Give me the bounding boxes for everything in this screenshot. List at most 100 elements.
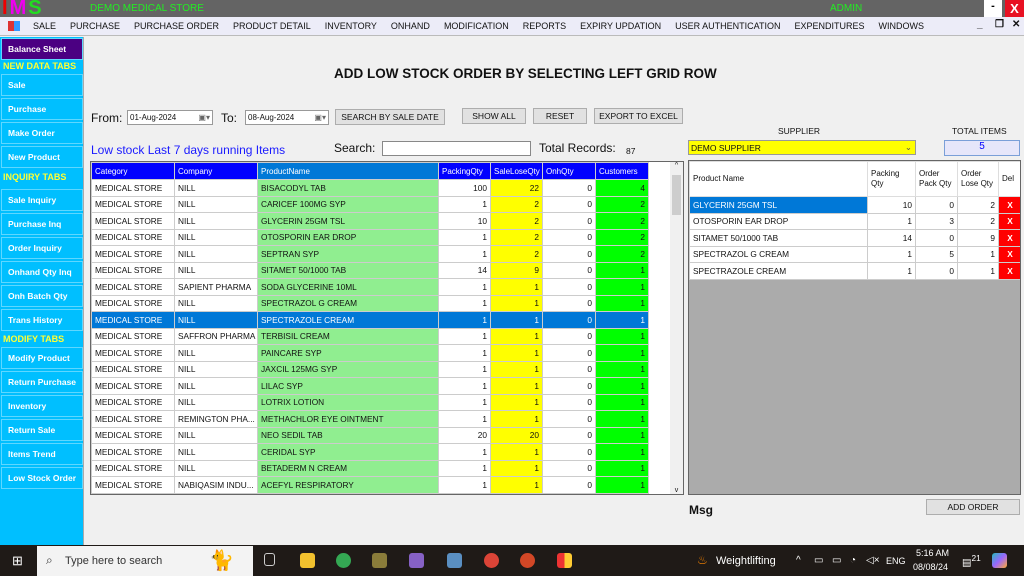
clock-time[interactable]: 5:16 AM [916, 548, 949, 558]
mdi-minimize-button[interactable]: _ [977, 19, 983, 30]
packing-qty-cell[interactable]: 1 [438, 459, 491, 477]
calculator-icon[interactable] [447, 553, 462, 568]
column-header-packingqty[interactable]: PackingQty [438, 162, 491, 180]
category-cell[interactable]: MEDICAL STORE [91, 245, 175, 263]
table-row[interactable]: MEDICAL STORE NABIQASIM INDU... ACEFYL RES… [91, 476, 649, 494]
product-name-cell[interactable]: BISACODYL TAB [257, 179, 439, 197]
table-row[interactable]: MEDICAL STORE SAPIENT PHARMA SODA GLYCERIN… [91, 278, 649, 296]
onhand-qty-cell[interactable]: 0 [542, 393, 596, 411]
table-row[interactable]: MEDICAL STORE NILL GLYCERIN 25GM TSL 10 2 0 2 [91, 212, 649, 230]
to-date-picker[interactable]: 08-Aug-2024 ▣▾ [245, 110, 329, 125]
sale-lose-qty-cell[interactable]: 1 [490, 476, 543, 494]
show-all-button[interactable]: SHOW ALL [462, 108, 526, 124]
packing-qty-cell[interactable]: 1 [438, 228, 491, 246]
table-row[interactable]: MEDICAL STORE NILL SPECTRAZOLE CREAM 1 1 0 1 [91, 311, 649, 329]
category-cell[interactable]: MEDICAL STORE [91, 311, 175, 329]
sidebar-item-make-order[interactable]: Make Order [1, 122, 83, 144]
scroll-down-icon[interactable]: v [670, 487, 683, 494]
onhand-qty-cell[interactable]: 0 [542, 294, 596, 312]
packing-qty-cell[interactable]: 1 [438, 393, 491, 411]
packing-qty-cell[interactable]: 1 [867, 262, 916, 280]
company-cell[interactable]: NILL [174, 459, 258, 477]
copilot-icon[interactable] [992, 553, 1007, 568]
company-cell[interactable]: NILL [174, 179, 258, 197]
sidebar-item-new-product[interactable]: New Product [1, 146, 83, 168]
table-row[interactable]: MEDICAL STORE NILL CARICEF 100MG SYP 1 2 0 2 [91, 195, 649, 213]
packing-qty-cell[interactable]: 1 [438, 360, 491, 378]
company-cell[interactable]: NILL [174, 443, 258, 461]
category-cell[interactable]: MEDICAL STORE [91, 294, 175, 312]
language-indicator[interactable]: ENG [886, 556, 906, 566]
onhand-qty-cell[interactable]: 0 [542, 179, 596, 197]
sidebar-item-purchase[interactable]: Purchase [1, 98, 83, 120]
sidebar-item-purchase-inq[interactable]: Purchase Inq [1, 213, 83, 235]
onhand-qty-cell[interactable]: 0 [542, 261, 596, 279]
company-cell[interactable]: NILL [174, 360, 258, 378]
order-lose-qty-input[interactable]: 9 [957, 229, 999, 247]
table-row[interactable]: MEDICAL STORE REMINGTON PHA... METHACHLOR … [91, 410, 649, 428]
customers-cell[interactable]: 2 [595, 212, 649, 230]
product-name-cell[interactable]: TERBISIL CREAM [257, 327, 439, 345]
menu-sale[interactable]: SALE [26, 21, 63, 31]
column-header-customers[interactable]: Customers [595, 162, 649, 180]
onhand-qty-cell[interactable]: 0 [542, 195, 596, 213]
sale-lose-qty-cell[interactable]: 1 [490, 294, 543, 312]
packing-qty-cell[interactable]: 1 [438, 377, 491, 395]
menu-expenditures[interactable]: EXPENDITURES [787, 21, 871, 31]
sale-lose-qty-cell[interactable]: 1 [490, 311, 543, 329]
product-name-cell[interactable]: OTOSPORIN EAR DROP [257, 228, 439, 246]
product-name-cell[interactable]: PAINCARE SYP [257, 344, 439, 362]
table-row[interactable]: MEDICAL STORE NILL LOTRIX LOTION 1 1 0 1 [91, 393, 649, 411]
column-header-productname[interactable]: ProductName [257, 162, 439, 180]
table-row[interactable]: MEDICAL STORE NILL SEPTRAN SYP 1 2 0 2 [91, 245, 649, 263]
customers-cell[interactable]: 1 [595, 377, 649, 395]
order-pack-qty-input[interactable]: 0 [915, 262, 958, 280]
customers-cell[interactable]: 4 [595, 179, 649, 197]
customers-cell[interactable]: 1 [595, 278, 649, 296]
onhand-qty-cell[interactable]: 0 [542, 245, 596, 263]
category-cell[interactable]: MEDICAL STORE [91, 443, 175, 461]
menu-user-authentication[interactable]: USER AUTHENTICATION [668, 21, 787, 31]
order-row[interactable]: SPECTRAZOLE CREAM 1 0 1 X [689, 262, 1020, 280]
product-name-cell[interactable]: SPECTRAZOLE CREAM [689, 262, 868, 280]
weather-text[interactable]: Weightlifting [716, 555, 776, 567]
company-cell[interactable]: NABIQASIM INDU... [174, 476, 258, 494]
packing-qty-cell[interactable]: 1 [438, 476, 491, 494]
file-explorer-icon[interactable] [300, 553, 315, 568]
packing-qty-cell[interactable]: 10 [438, 212, 491, 230]
wifi-icon[interactable]: ◔ [850, 555, 856, 566]
calendar-dropdown-icon[interactable]: ▣▾ [314, 113, 326, 122]
packing-qty-cell[interactable]: 14 [438, 261, 491, 279]
sale-lose-qty-cell[interactable]: 9 [490, 261, 543, 279]
clock-date[interactable]: 08/08/24 [913, 562, 948, 572]
column-header-packing-qty[interactable]: Packing Qty [867, 161, 916, 197]
task-view-icon[interactable] [264, 553, 275, 566]
search-input[interactable] [382, 141, 531, 156]
order-lose-qty-input[interactable]: 1 [957, 245, 999, 263]
packing-qty-cell[interactable]: 1 [867, 245, 916, 263]
product-name-cell[interactable]: LOTRIX LOTION [257, 393, 439, 411]
order-pack-qty-input[interactable]: 3 [915, 212, 958, 230]
menu-reports[interactable]: REPORTS [516, 21, 573, 31]
sale-lose-qty-cell[interactable]: 1 [490, 327, 543, 345]
onhand-qty-cell[interactable]: 0 [542, 377, 596, 395]
add-order-button[interactable]: ADD ORDER [926, 499, 1020, 515]
column-header-category[interactable]: Category [91, 162, 175, 180]
table-row[interactable]: MEDICAL STORE NILL OTOSPORIN EAR DROP 1 2 0 2 [91, 228, 649, 246]
onhand-qty-cell[interactable]: 0 [542, 344, 596, 362]
order-lose-qty-input[interactable]: 2 [957, 212, 999, 230]
mdi-restore-button[interactable]: ❐ [995, 19, 1004, 30]
customers-cell[interactable]: 1 [595, 426, 649, 444]
onhand-qty-cell[interactable]: 0 [542, 327, 596, 345]
sidebar-item-low-stock-order[interactable]: Low Stock Order [1, 467, 83, 489]
customers-cell[interactable]: 1 [595, 360, 649, 378]
menu-modification[interactable]: MODIFICATION [437, 21, 516, 31]
category-cell[interactable]: MEDICAL STORE [91, 195, 175, 213]
company-cell[interactable]: NILL [174, 393, 258, 411]
category-cell[interactable]: MEDICAL STORE [91, 344, 175, 362]
order-pack-qty-input[interactable]: 5 [915, 245, 958, 263]
customers-cell[interactable]: 1 [595, 476, 649, 494]
battery-icon[interactable]: ▭ [832, 555, 841, 566]
category-cell[interactable]: MEDICAL STORE [91, 476, 175, 494]
menu-inventory[interactable]: INVENTORY [318, 21, 384, 31]
